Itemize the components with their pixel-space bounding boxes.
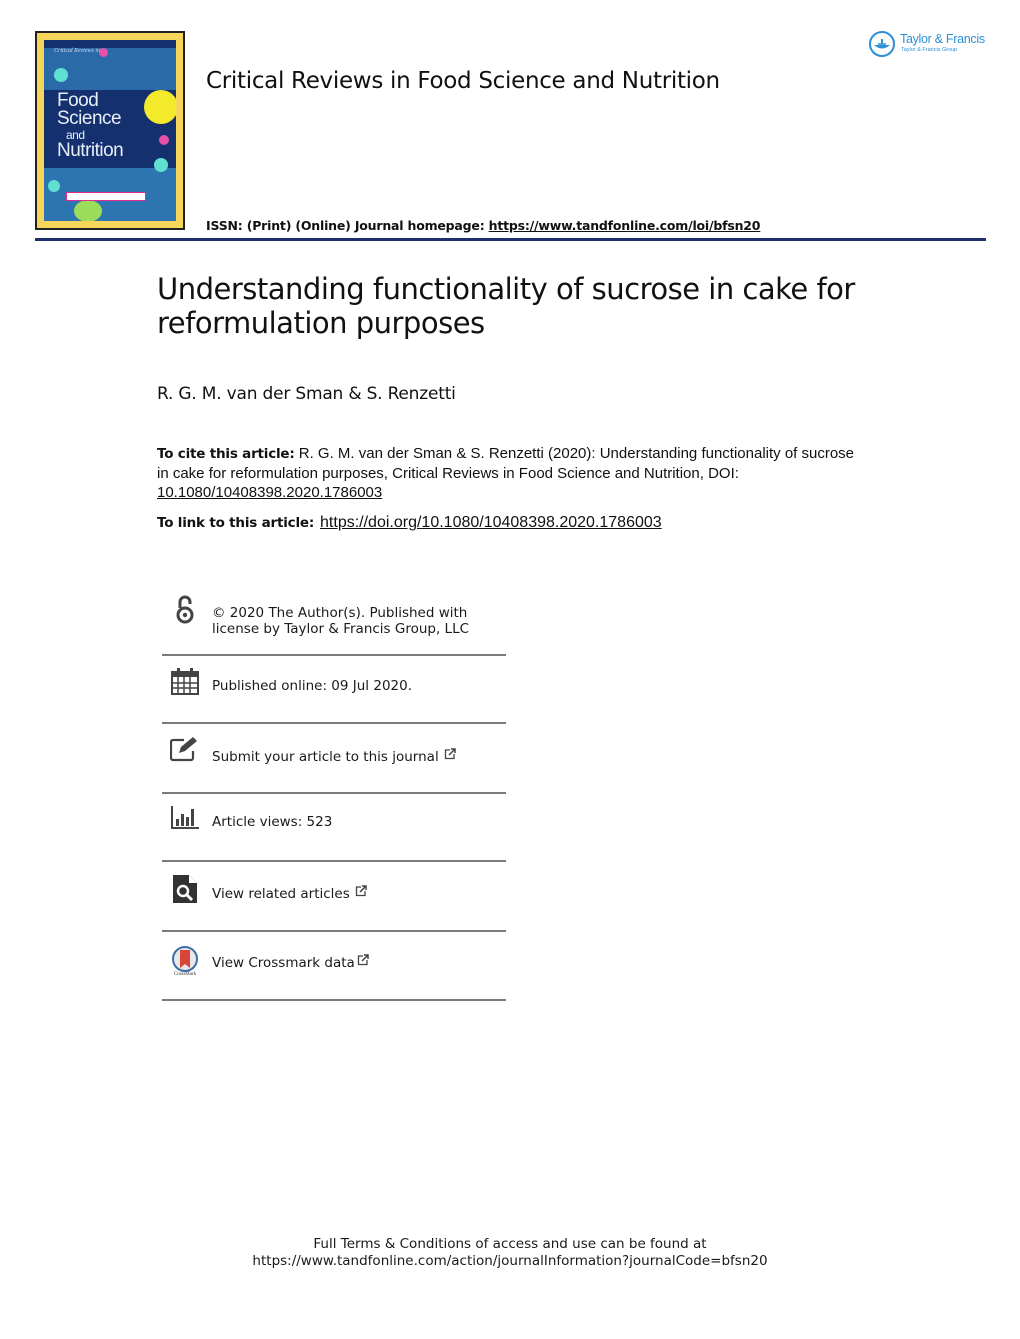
article-title: Understanding functionality of sucrose i… — [157, 272, 855, 340]
submit-article-link[interactable]: Submit your article to this journal — [212, 748, 456, 765]
info-row-submit[interactable]: Submit your article to this journal — [162, 724, 506, 794]
info-row-related[interactable]: View related articles — [162, 862, 506, 932]
submit-article-label: Submit your article to this journal — [212, 749, 439, 765]
issn-label: ISSN: (Print) (Online) Journal homepage: — [206, 218, 489, 233]
info-row-license: © 2020 The Author(s). Published with lic… — [162, 591, 506, 656]
journal-cover: Critical Reviews in Food Science and Nut… — [35, 31, 185, 230]
edit-icon — [170, 734, 200, 764]
publisher-logo: Taylor & Francis Taylor & Francis Group — [869, 31, 991, 61]
info-row-crossmark[interactable]: CrossMark View Crossmark data — [162, 932, 506, 1001]
terms-footer: Full Terms & Conditions of access and us… — [0, 1236, 1020, 1270]
article-link-block: To link to this article: https://doi.org/… — [157, 514, 662, 532]
info-row-published: Published online: 09 Jul 2020. — [162, 656, 506, 724]
cover-title-line: Nutrition — [57, 140, 124, 161]
cover-molecule — [154, 158, 168, 172]
license-text-line: license by Taylor & Francis Group, LLC — [212, 621, 470, 637]
header-divider — [35, 238, 986, 241]
article-views: Article views: 523 — [212, 814, 333, 830]
cover-caption: Critical Reviews in — [54, 48, 100, 54]
terms-url[interactable]: https://www.tandfonline.com/action/journ… — [0, 1253, 1020, 1270]
cover-volume-box — [66, 192, 146, 201]
crossmark-label: View Crossmark data — [212, 955, 355, 971]
cover-molecule — [74, 200, 102, 221]
related-articles-link[interactable]: View related articles — [212, 885, 367, 902]
bar-chart-icon — [170, 802, 200, 832]
cover-molecule — [54, 68, 68, 82]
citation-doi-link[interactable]: 10.1080/10408398.2020.1786003 — [157, 484, 382, 501]
related-articles-label: View related articles — [212, 886, 350, 902]
journal-title: Critical Reviews in Food Science and Nut… — [206, 68, 720, 94]
published-date: Published online: 09 Jul 2020. — [212, 678, 413, 694]
cover-molecule — [99, 48, 108, 57]
external-link-icon — [357, 954, 369, 966]
journal-homepage-link[interactable]: https://www.tandfonline.com/loi/bfsn20 — [489, 218, 761, 233]
cover-title-line: Science — [57, 108, 122, 129]
cover-molecule — [144, 90, 176, 124]
cover-molecule — [48, 180, 60, 192]
article-doi-link[interactable]: https://doi.org/10.1080/10408398.2020.17… — [320, 514, 662, 531]
cover-title: Food Science and Nutrition — [57, 91, 124, 161]
crossmark-caption: CrossMark — [173, 972, 197, 977]
calendar-icon — [170, 666, 200, 696]
terms-text: Full Terms & Conditions of access and us… — [313, 1236, 707, 1252]
crossmark-link[interactable]: View Crossmark data — [212, 954, 369, 971]
external-link-icon — [444, 748, 456, 760]
publisher-logo-icon — [869, 31, 895, 57]
crossmark-icon: CrossMark — [170, 944, 200, 980]
citation-label: To cite this article: — [157, 446, 295, 462]
license-text-line: © 2020 The Author(s). Published with — [212, 605, 468, 621]
search-document-icon — [170, 874, 200, 904]
article-info-list: © 2020 The Author(s). Published with lic… — [162, 591, 506, 1001]
article-link-label: To link to this article: — [157, 515, 315, 531]
cover-art: Critical Reviews in Food Science and Nut… — [44, 40, 176, 221]
publisher-group: Taylor & Francis Group — [901, 47, 958, 53]
issn-line: ISSN: (Print) (Online) Journal homepage:… — [206, 218, 761, 233]
info-row-views: Article views: 523 — [162, 794, 506, 862]
publisher-name: Taylor & Francis — [900, 32, 985, 46]
license-text: © 2020 The Author(s). Published with lic… — [212, 605, 469, 637]
citation-block: To cite this article: R. G. M. van der S… — [157, 444, 857, 502]
article-authors: R. G. M. van der Sman & S. Renzetti — [157, 384, 456, 404]
cover-molecule — [159, 135, 169, 145]
external-link-icon — [355, 885, 367, 897]
open-access-icon — [170, 595, 200, 625]
